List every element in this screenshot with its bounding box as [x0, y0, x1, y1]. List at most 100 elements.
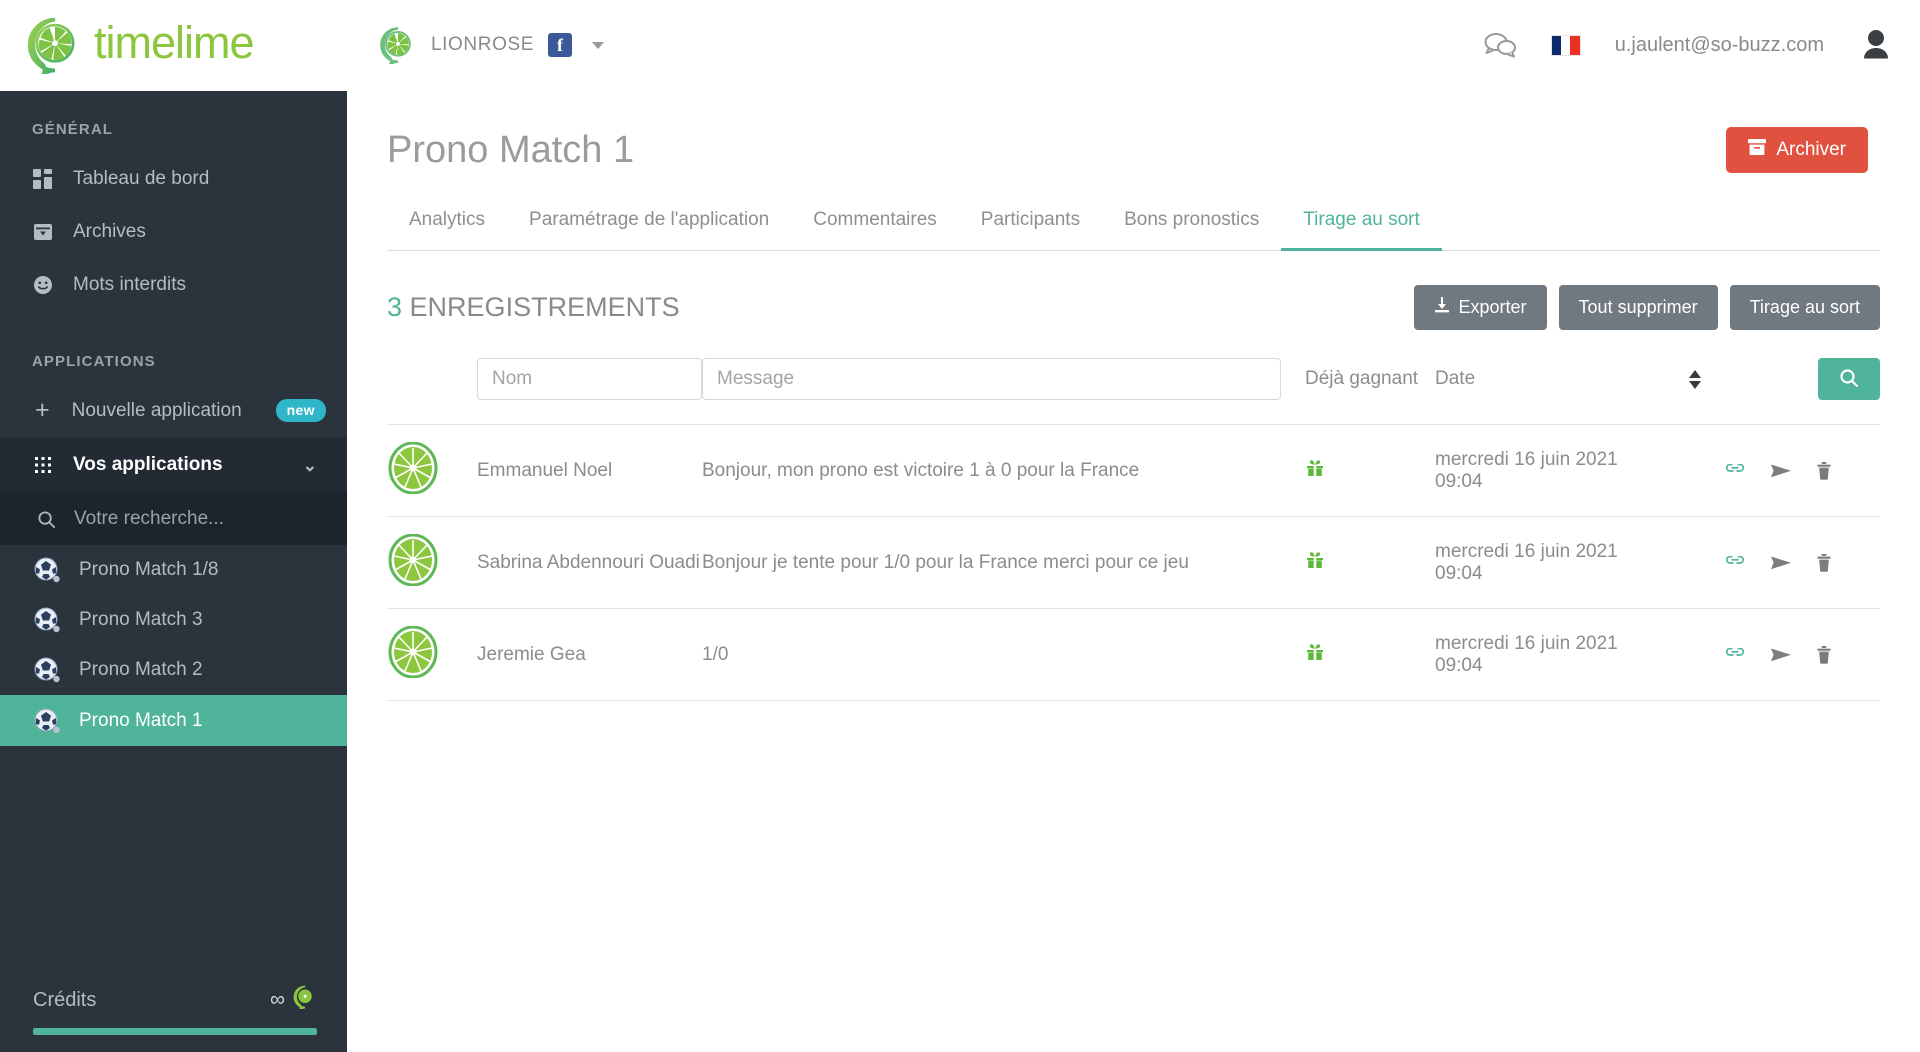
- archive-box-icon: [33, 222, 53, 242]
- gift-icon: [1305, 552, 1325, 574]
- credits-label: Crédits: [33, 988, 97, 1011]
- trash-icon[interactable]: [1817, 645, 1831, 664]
- sidebar-item-archives[interactable]: Archives: [0, 205, 347, 258]
- record-count: 3: [387, 292, 403, 322]
- link-icon[interactable]: [1725, 647, 1745, 662]
- tab-tirage-au-sort[interactable]: Tirage au sort: [1281, 209, 1442, 251]
- row-date: mercredi 16 juin 2021 09:04: [1435, 632, 1618, 676]
- sidebar-app-item-prono-match-1[interactable]: Prono Match 1: [0, 695, 347, 746]
- credits-value: ∞: [270, 988, 285, 1011]
- records-toolbar: 3 ENREGISTREMENTS Exporter Tout supprime…: [387, 285, 1880, 330]
- row-date: mercredi 16 juin 2021 09:04: [1435, 448, 1618, 492]
- archive-button-label: Archiver: [1776, 139, 1846, 160]
- trash-icon[interactable]: [1817, 553, 1831, 572]
- soccer-ball-icon: [33, 656, 61, 684]
- sidebar-app-item-prono-match-1-8[interactable]: Prono Match 1/8: [0, 545, 347, 595]
- sidebar-app-item-prono-match-3[interactable]: Prono Match 3: [0, 595, 347, 645]
- col-name-filter: [477, 358, 702, 400]
- top-bar: timelime LIONROSE f u.jaulent@so-buzz.co…: [0, 0, 1920, 91]
- record-count-label: ENREGISTREMENTS: [409, 292, 680, 322]
- soccer-ball-icon: [33, 556, 61, 584]
- chat-bubbles-icon[interactable]: [1483, 31, 1517, 59]
- name-filter-input[interactable]: [477, 358, 702, 400]
- grid-dots-icon: [33, 455, 53, 475]
- chevron-down-icon[interactable]: [592, 41, 604, 49]
- row-name: Sabrina Abdennouri Ouadi: [477, 551, 700, 573]
- row-message: 1/0: [702, 643, 729, 665]
- search-submit-button[interactable]: [1818, 358, 1880, 400]
- sidebar-item-nouvelle-application[interactable]: + Nouvelle application new: [0, 384, 347, 437]
- main-header: Prono Match 1 Archiver: [347, 91, 1920, 173]
- sidebar-app-search[interactable]: [0, 493, 347, 545]
- link-icon[interactable]: [1725, 463, 1745, 478]
- page-selector-label: LIONROSE: [431, 34, 534, 55]
- date-column-label: Date: [1435, 368, 1476, 389]
- send-icon[interactable]: [1771, 463, 1791, 479]
- sidebar-item-label: Mots interdits: [73, 273, 186, 295]
- export-button-label: Exporter: [1458, 297, 1527, 317]
- archive-button[interactable]: Archiver: [1726, 127, 1868, 173]
- sidebar-item-label: Tableau de bord: [73, 167, 210, 189]
- archive-box-icon: [1748, 139, 1767, 161]
- row-avatar-cell: [387, 441, 477, 499]
- table-row[interactable]: Jeremie Gea 1/0 mercredi 16 juin 2021 09…: [387, 609, 1880, 701]
- sidebar-section-general: GÉNÉRAL: [32, 121, 114, 138]
- row-actions: [1725, 461, 1880, 480]
- trash-icon[interactable]: [1817, 461, 1831, 480]
- tab-bar: Analytics Paramétrage de l'application C…: [387, 209, 1880, 251]
- delete-all-button[interactable]: Tout supprimer: [1558, 285, 1718, 330]
- lime-speech-bubble-logo-icon: [26, 16, 84, 81]
- row-winner-cell: [1305, 550, 1435, 575]
- sidebar-app-label: Prono Match 1/8: [79, 559, 219, 580]
- row-actions: [1725, 645, 1880, 664]
- sidebar-item-mots-interdits[interactable]: Mots interdits: [0, 258, 347, 311]
- soccer-ball-icon: [33, 707, 61, 735]
- brand-area[interactable]: timelime: [0, 0, 347, 91]
- lime-avatar-icon: [387, 533, 439, 590]
- toolbar-actions: Exporter Tout supprimer Tirage au sort: [1413, 285, 1880, 330]
- lime-logo-icon: [293, 985, 317, 1015]
- sort-updown-icon[interactable]: [1665, 369, 1725, 389]
- user-avatar-icon[interactable]: [1858, 27, 1894, 63]
- col-winner-header: Déjà gagnant: [1305, 368, 1435, 390]
- sidebar-section-applications: APPLICATIONS: [32, 353, 156, 370]
- sidebar-app-item-prono-match-2[interactable]: Prono Match 2: [0, 645, 347, 695]
- tab-bons-pronostics[interactable]: Bons pronostics: [1102, 209, 1281, 251]
- top-bar-right: u.jaulent@so-buzz.com: [1483, 27, 1920, 63]
- sidebar-app-label: Prono Match 2: [79, 659, 203, 680]
- col-message-filter: [702, 358, 1305, 400]
- french-flag-icon[interactable]: [1550, 34, 1581, 56]
- send-icon[interactable]: [1771, 647, 1791, 663]
- export-button[interactable]: Exporter: [1413, 285, 1547, 330]
- link-icon[interactable]: [1725, 555, 1745, 570]
- sidebar-item-vos-applications[interactable]: Vos applications ⌄: [0, 437, 347, 493]
- row-avatar-cell: [387, 533, 477, 591]
- sidebar-item-tableau-de-bord[interactable]: Tableau de bord: [0, 152, 347, 205]
- tab-participants[interactable]: Participants: [959, 209, 1102, 251]
- download-icon: [1434, 297, 1450, 318]
- col-date-header: Date: [1435, 368, 1665, 390]
- credits-progress-bar: [33, 1028, 317, 1035]
- page-selector[interactable]: LIONROSE f: [379, 26, 604, 69]
- search-input[interactable]: [74, 508, 314, 530]
- tab-parametrage[interactable]: Paramétrage de l'application: [507, 209, 791, 251]
- row-name: Jeremie Gea: [477, 643, 586, 665]
- row-avatar-cell: [387, 625, 477, 683]
- message-filter-input[interactable]: [702, 358, 1281, 400]
- dashboard-grid-icon: [33, 168, 53, 189]
- send-icon[interactable]: [1771, 555, 1791, 571]
- soccer-ball-icon: [33, 606, 61, 634]
- sidebar-app-label: Prono Match 1: [79, 709, 203, 731]
- col-sort-toggle: [1665, 369, 1725, 389]
- table-row[interactable]: Sabrina Abdennouri Ouadi Bonjour je tent…: [387, 517, 1880, 609]
- table-row[interactable]: Emmanuel Noel Bonjour, mon prono est vic…: [387, 425, 1880, 517]
- winner-column-label: Déjà gagnant: [1305, 368, 1419, 389]
- lime-avatar-icon: [387, 441, 439, 498]
- chevron-down-icon[interactable]: ⌄: [303, 457, 317, 474]
- brand-name: timelime: [94, 16, 255, 68]
- draw-lots-button[interactable]: Tirage au sort: [1729, 285, 1880, 330]
- row-actions: [1725, 553, 1880, 572]
- tab-analytics[interactable]: Analytics: [387, 209, 507, 251]
- row-message: Bonjour, mon prono est victoire 1 à 0 po…: [702, 459, 1140, 481]
- tab-commentaires[interactable]: Commentaires: [791, 209, 959, 251]
